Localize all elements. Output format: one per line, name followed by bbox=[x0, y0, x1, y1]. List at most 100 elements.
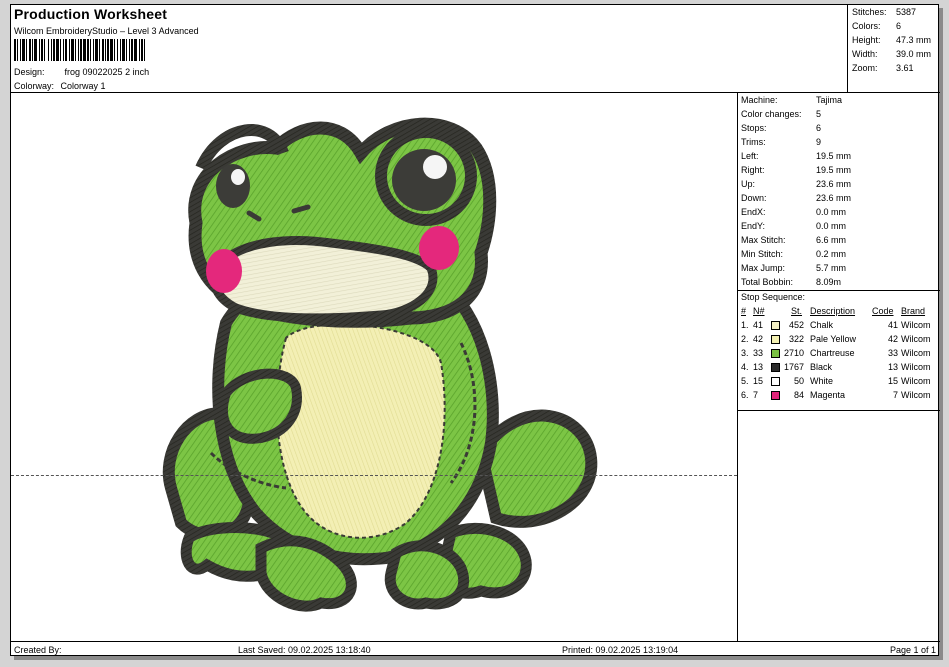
thread-color-swatch bbox=[771, 391, 780, 400]
stop-row-description: Magenta bbox=[810, 390, 846, 400]
machine-info-row: Min Stitch: 0.2 mm bbox=[741, 249, 846, 259]
design-label: Design: bbox=[14, 67, 45, 77]
stop-row-needle: 15 bbox=[753, 376, 764, 386]
machine-info-row: Trims: 9 bbox=[741, 137, 821, 147]
machine-info-value: 5.7 mm bbox=[816, 263, 847, 273]
machine-info-row: Up: 23.6 mm bbox=[741, 179, 851, 189]
stop-row-description: Pale Yellow bbox=[810, 334, 857, 344]
stop-row-stitches: 84 bbox=[793, 390, 804, 400]
colorway-value: Colorway 1 bbox=[60, 81, 106, 91]
machine-info-row: Machine: Tajima bbox=[741, 95, 842, 105]
stop-row-stitches: 2710 bbox=[783, 348, 804, 358]
thread-color-swatch bbox=[771, 335, 780, 344]
frog-embroidery-image bbox=[162, 117, 598, 612]
machine-info-value: 19.5 mm bbox=[816, 151, 852, 161]
machine-info-label: Max Jump: bbox=[741, 263, 786, 273]
machine-info-value: 6 bbox=[816, 123, 822, 133]
stop-row-code: 42 bbox=[887, 334, 898, 344]
stop-row-code: 41 bbox=[887, 320, 898, 330]
machine-info-label: Max Stitch: bbox=[741, 235, 786, 245]
stop-row-stitches: 50 bbox=[793, 376, 804, 386]
stop-row-brand: Wilcom bbox=[901, 348, 931, 358]
col-header-brand: Brand bbox=[901, 306, 926, 316]
machine-info-label: Machine: bbox=[741, 95, 778, 105]
thread-color-swatch bbox=[771, 321, 780, 330]
thread-color-swatch bbox=[771, 377, 780, 386]
machine-info-row: Right: 19.5 mm bbox=[741, 165, 851, 175]
machine-info-label: Down: bbox=[741, 193, 767, 203]
machine-info-row: Total Bobbin: 8.09m bbox=[741, 277, 841, 287]
stop-row-index: 5. bbox=[741, 376, 749, 386]
machine-info-value: 23.6 mm bbox=[816, 179, 852, 189]
last-saved: Last Saved: 09.02.2025 13:18:40 bbox=[238, 645, 371, 655]
col-header-num: # bbox=[741, 306, 747, 316]
stop-row-description: Chalk bbox=[810, 320, 834, 330]
col-header-code: Code bbox=[872, 306, 894, 316]
machine-info-label: Trims: bbox=[741, 137, 766, 147]
footer-bar: Created By: Last Saved: 09.02.2025 13:18… bbox=[11, 641, 940, 657]
machine-info-row: Down: 23.6 mm bbox=[741, 193, 851, 203]
software-subtitle: Wilcom EmbroideryStudio – Level 3 Advanc… bbox=[14, 26, 199, 36]
page-title: Production Worksheet bbox=[14, 6, 168, 22]
stop-row-code: 7 bbox=[892, 390, 898, 400]
machine-info-value: 0.2 mm bbox=[816, 249, 847, 259]
stop-row-code: 33 bbox=[887, 348, 898, 358]
summary-panel: Stitches: 5387 Colors: 6 Height: 47.3 mm Wi… bbox=[848, 5, 940, 93]
barcode bbox=[14, 39, 145, 61]
colorway-row: Colorway: Colorway 1 bbox=[14, 81, 106, 91]
stop-row-index: 2. bbox=[741, 334, 749, 344]
machine-info-label: EndX: bbox=[741, 207, 766, 217]
thread-color-swatch bbox=[771, 363, 780, 372]
stop-row-needle: 33 bbox=[753, 348, 764, 358]
machine-info-row: Max Jump: 5.7 mm bbox=[741, 263, 846, 273]
design-row: Design: frog 09022025 2 inch bbox=[14, 67, 149, 77]
stop-row-index: 3. bbox=[741, 348, 749, 358]
stop-row-description: Black bbox=[810, 362, 833, 372]
stop-row-index: 4. bbox=[741, 362, 749, 372]
machine-info-label: Up: bbox=[741, 179, 756, 189]
machine-info-label: Stops: bbox=[741, 123, 767, 133]
stop-row-brand: Wilcom bbox=[901, 376, 931, 386]
stop-row-index: 6. bbox=[741, 390, 749, 400]
machine-info-value: 19.5 mm bbox=[816, 165, 852, 175]
stop-row-index: 1. bbox=[741, 320, 749, 330]
stop-row-description: White bbox=[810, 376, 834, 386]
col-header-description: Description bbox=[810, 306, 856, 316]
machine-info-row: Color changes: 5 bbox=[741, 109, 821, 119]
created-by: Created By: bbox=[14, 645, 62, 655]
machine-info-value: 23.6 mm bbox=[816, 193, 852, 203]
summary-row: Zoom: 3.61 bbox=[852, 63, 914, 73]
stop-row-stitches: 452 bbox=[788, 320, 804, 330]
machine-info-row: EndX: 0.0 mm bbox=[741, 207, 846, 217]
summary-row: Stitches: 5387 bbox=[852, 7, 917, 17]
design-preview bbox=[11, 93, 738, 641]
machine-info-value: 6.6 mm bbox=[816, 235, 847, 245]
stop-sequence-title: Stop Sequence: bbox=[741, 292, 806, 302]
summary-row: Height: 47.3 mm bbox=[852, 35, 932, 45]
design-value: frog 09022025 2 inch bbox=[64, 67, 150, 77]
machine-info-value: 0.0 mm bbox=[816, 207, 847, 217]
stop-row-needle: 13 bbox=[753, 362, 764, 372]
machine-info-label: EndY: bbox=[741, 221, 766, 231]
stop-row-brand: Wilcom bbox=[901, 362, 931, 372]
stop-row-code: 13 bbox=[887, 362, 898, 372]
stop-row-stitches: 1767 bbox=[783, 362, 804, 372]
machine-info-value: 5 bbox=[816, 109, 822, 119]
center-guide-line bbox=[11, 475, 737, 476]
machine-info-label: Color changes: bbox=[741, 109, 802, 119]
colorway-label: Colorway: bbox=[14, 81, 55, 91]
stop-row-needle: 42 bbox=[753, 334, 764, 344]
machine-info-value: Tajima bbox=[816, 95, 843, 105]
machine-info-row: Max Stitch: 6.6 mm bbox=[741, 235, 846, 245]
thread-color-swatch bbox=[771, 349, 780, 358]
stop-row-stitches: 322 bbox=[788, 334, 804, 344]
stop-row-code: 15 bbox=[887, 376, 898, 386]
machine-info-row: Stops: 6 bbox=[741, 123, 821, 133]
machine-info-row: Left: 19.5 mm bbox=[741, 151, 851, 161]
stop-row-needle: 7 bbox=[753, 390, 759, 400]
page-number: Page 1 of 1 bbox=[889, 645, 936, 655]
machine-info-value: 8.09m bbox=[816, 277, 842, 287]
stop-row-needle: 41 bbox=[753, 320, 764, 330]
machine-info-label: Min Stitch: bbox=[741, 249, 784, 259]
printed-date: Printed: 09.02.2025 13:19:04 bbox=[562, 645, 679, 655]
